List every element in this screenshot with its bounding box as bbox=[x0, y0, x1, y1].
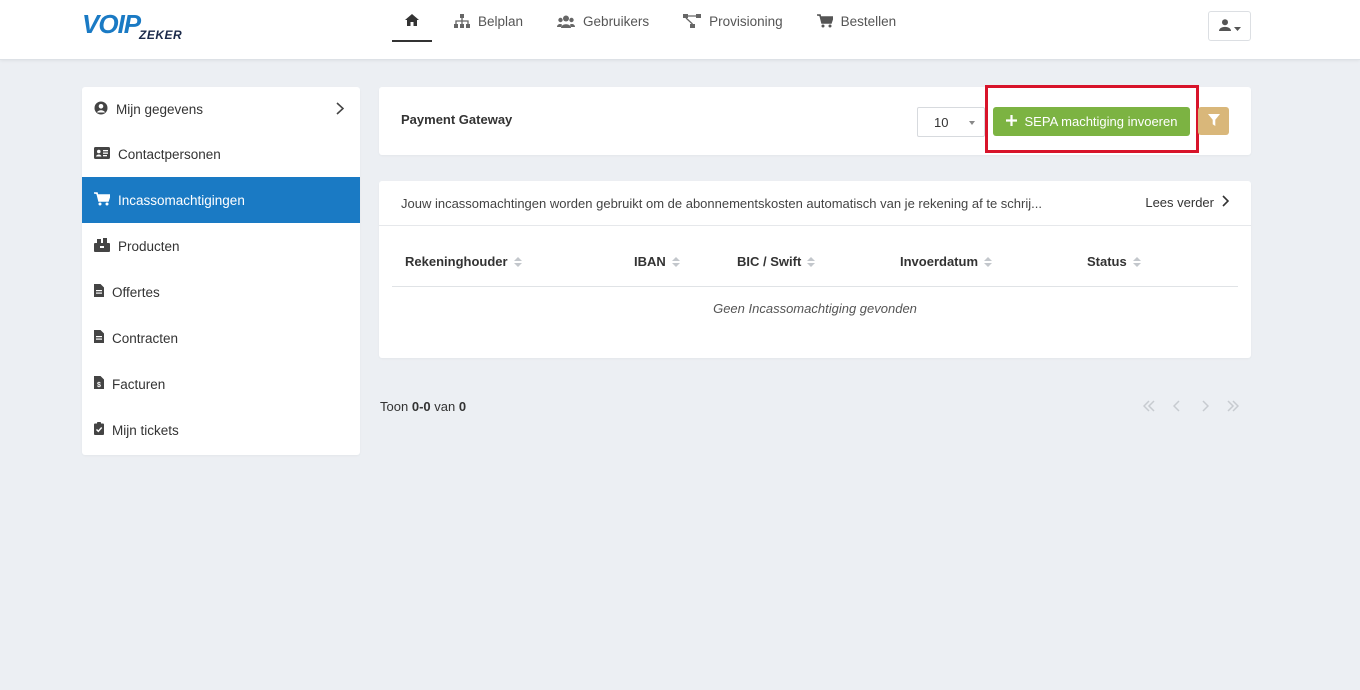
column-header-iban[interactable]: IBAN bbox=[634, 254, 680, 269]
sitemap-icon bbox=[454, 14, 470, 28]
sidebar-item-mijn-gegevens[interactable]: Mijn gegevens bbox=[82, 87, 360, 131]
sidebar-item-label: Offertes bbox=[112, 284, 160, 300]
last-page-icon[interactable] bbox=[1225, 398, 1241, 414]
user-circle-icon bbox=[94, 101, 108, 118]
file-icon bbox=[94, 284, 104, 300]
caret-down-icon bbox=[1233, 19, 1241, 34]
nav-bestellen-label: Bestellen bbox=[840, 13, 897, 29]
sort-icon bbox=[671, 256, 680, 268]
logo-sub: ZEKER bbox=[139, 28, 183, 42]
column-label: Invoerdatum bbox=[900, 254, 979, 269]
read-more-label: Lees verder bbox=[1145, 195, 1214, 210]
sidebar-item-label: Contracten bbox=[112, 330, 179, 346]
chevron-right-icon bbox=[336, 102, 345, 118]
sort-icon bbox=[513, 256, 522, 268]
column-label: BIC / Swift bbox=[737, 254, 802, 269]
first-page-icon[interactable] bbox=[1141, 398, 1157, 414]
sidebar-item-mijn-tickets[interactable]: Mijn tickets bbox=[82, 407, 360, 453]
column-label: Status bbox=[1087, 254, 1127, 269]
home-icon bbox=[404, 13, 420, 27]
info-row: Jouw incassomachtingen worden gebruikt o… bbox=[379, 181, 1251, 226]
box-icon bbox=[94, 237, 110, 255]
main-nav: Belplan Gebruikers Provisioning Bestelle… bbox=[392, 0, 918, 60]
summary-prefix: Toon bbox=[380, 399, 409, 414]
nav-belplan[interactable]: Belplan bbox=[442, 0, 535, 42]
table-header: Rekeninghouder IBAN BIC / Swift Invoerda… bbox=[392, 241, 1238, 287]
user-icon bbox=[1218, 18, 1231, 34]
nav-bestellen[interactable]: Bestellen bbox=[805, 0, 909, 42]
incasso-table-card: Jouw incassomachtingen worden gebruikt o… bbox=[379, 181, 1251, 358]
cart-icon bbox=[94, 191, 112, 209]
id-card-icon bbox=[94, 146, 110, 162]
nav-gebruikers-label: Gebruikers bbox=[583, 13, 650, 29]
pagination bbox=[1141, 398, 1241, 414]
file-icon bbox=[94, 330, 104, 346]
payment-gateway-header: Payment Gateway 10 SEPA machtiging invoe… bbox=[379, 85, 1251, 155]
chevron-right-icon bbox=[1222, 195, 1230, 210]
brand-logo[interactable]: VOIP ZEKER bbox=[82, 10, 194, 44]
sidebar-item-label: Mijn gegevens bbox=[116, 101, 204, 117]
summary-of: van bbox=[434, 399, 456, 414]
page-title: Payment Gateway bbox=[401, 112, 513, 127]
sidebar-item-label: Mijn tickets bbox=[112, 422, 179, 438]
pagination-summary: Toon 0-0 van 0 bbox=[380, 399, 466, 414]
empty-table-message: Geen Incassomachtiging gevonden bbox=[713, 301, 917, 316]
per-page-select[interactable]: 10 bbox=[917, 107, 985, 137]
clipboard-check-icon bbox=[94, 422, 104, 438]
nav-gebruikers[interactable]: Gebruikers bbox=[545, 0, 661, 42]
column-header-bic-swift[interactable]: BIC / Swift bbox=[737, 254, 816, 269]
info-text: Jouw incassomachtingen worden gebruikt o… bbox=[401, 195, 1042, 211]
svg-text:$: $ bbox=[97, 382, 101, 389]
sidebar-item-label: Producten bbox=[118, 238, 180, 254]
sidebar-item-label: Incassomachtigingen bbox=[118, 192, 245, 208]
sidebar-item-label: Facturen bbox=[112, 376, 166, 392]
sidebar-item-producten[interactable]: Producten bbox=[82, 223, 360, 269]
column-header-status[interactable]: Status bbox=[1087, 254, 1141, 269]
filter-button[interactable] bbox=[1198, 107, 1229, 135]
read-more-link[interactable]: Lees verder bbox=[1145, 195, 1230, 210]
user-menu-button[interactable] bbox=[1208, 11, 1251, 41]
prev-page-icon[interactable] bbox=[1169, 398, 1185, 414]
sidebar-item-label: Contactpersonen bbox=[118, 146, 221, 162]
sidebar: Mijn gegevens Contactpersonen Incassomac… bbox=[82, 87, 360, 455]
users-icon bbox=[557, 15, 576, 28]
summary-from: 0 bbox=[411, 399, 420, 414]
sort-icon bbox=[984, 256, 993, 268]
network-icon bbox=[683, 14, 702, 28]
column-header-invoerdatum[interactable]: Invoerdatum bbox=[900, 254, 993, 269]
caret-down-icon bbox=[969, 121, 975, 125]
nav-provisioning[interactable]: Provisioning bbox=[671, 0, 795, 42]
next-page-icon[interactable] bbox=[1197, 398, 1213, 414]
filter-icon bbox=[1207, 113, 1220, 129]
sidebar-item-offertes[interactable]: Offertes bbox=[82, 269, 360, 315]
summary-total: 0 bbox=[458, 399, 467, 414]
per-page-value: 10 bbox=[934, 114, 949, 130]
top-navbar: VOIP ZEKER Belplan Gebruikers Provisioni… bbox=[0, 0, 1360, 60]
sort-icon bbox=[807, 256, 816, 268]
summary-to: 0 bbox=[423, 399, 431, 414]
logo-main: VOIP bbox=[82, 9, 141, 39]
nav-home[interactable] bbox=[392, 0, 432, 42]
invoice-icon: $ bbox=[94, 376, 104, 392]
column-label: Rekeninghouder bbox=[405, 254, 508, 269]
cart-icon bbox=[816, 14, 833, 28]
sort-icon bbox=[1132, 256, 1141, 268]
sidebar-item-contactpersonen[interactable]: Contactpersonen bbox=[82, 131, 360, 177]
sidebar-item-facturen[interactable]: $ Facturen bbox=[82, 361, 360, 407]
highlight-box bbox=[985, 85, 1199, 153]
nav-provisioning-label: Provisioning bbox=[709, 13, 783, 29]
sidebar-item-incassomachtigingen[interactable]: Incassomachtigingen bbox=[82, 177, 360, 223]
sidebar-item-contracten[interactable]: Contracten bbox=[82, 315, 360, 361]
nav-belplan-label: Belplan bbox=[478, 13, 524, 29]
column-label: IBAN bbox=[634, 254, 666, 269]
column-header-rekeninghouder[interactable]: Rekeninghouder bbox=[405, 254, 522, 269]
